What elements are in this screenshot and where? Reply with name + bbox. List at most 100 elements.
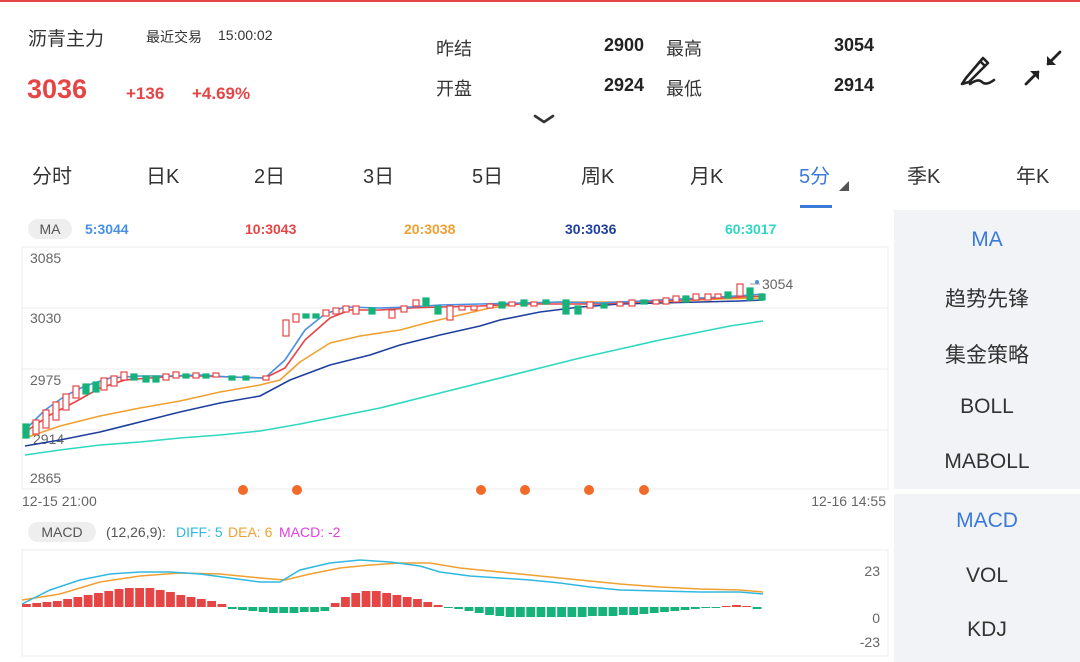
kline-chart-area[interactable]: MA 5:3044 10:3043 20:3038 30:3036 60:301… [0, 210, 893, 662]
macd-bar [73, 597, 83, 607]
candle [662, 297, 670, 305]
ma30-value: 30:3036 [565, 221, 617, 237]
macd-tick-zero: 0 [872, 610, 880, 626]
candle [530, 301, 538, 307]
candle [32, 419, 40, 435]
macd-bar [310, 607, 319, 612]
macd-bar [330, 603, 340, 607]
candle [262, 375, 270, 381]
tab-weekly-k[interactable]: 周K [581, 160, 614, 189]
indicator-ma[interactable]: MA [894, 228, 1080, 252]
candle [120, 371, 128, 381]
last-price: 3036 [27, 74, 88, 104]
stat-label-low: 最低 [666, 79, 702, 99]
indicator-maboll[interactable]: MABOLL [894, 450, 1080, 474]
candle [302, 313, 310, 319]
candle [692, 293, 700, 301]
candle [172, 371, 180, 379]
candle [682, 295, 690, 303]
price-tick-top: 3085 [30, 250, 61, 266]
candle [600, 303, 608, 309]
shrink-icon[interactable] [1020, 48, 1064, 88]
tab-3day[interactable]: 3日 [363, 160, 394, 189]
macd-bar [516, 607, 525, 617]
macd-bar [341, 597, 350, 607]
macd-bar [742, 606, 752, 607]
candle [92, 381, 100, 393]
signal-dots [238, 485, 649, 495]
high-price-marker-label: 3054 [762, 276, 793, 292]
tab-monthly-k[interactable]: 月K [690, 160, 723, 189]
macd-bar [52, 601, 62, 607]
indicator-kdj[interactable]: KDJ [894, 618, 1080, 642]
candle [412, 299, 420, 307]
price-tick-lower: 2975 [30, 372, 61, 388]
macd-bar [433, 605, 443, 607]
time-axis-start: 12-15 21:00 [22, 493, 97, 509]
candle [72, 385, 80, 399]
stat-value-open: 2924 [603, 75, 644, 95]
macd-bar [464, 607, 474, 611]
candle [52, 401, 60, 421]
macd-bar [83, 595, 93, 607]
macd-bar [639, 607, 649, 614]
candle [322, 309, 330, 317]
macd-badge[interactable]: MACD [41, 524, 82, 540]
candle [332, 307, 340, 315]
tab-yearly-k[interactable]: 年K [1016, 160, 1049, 189]
caret-icon[interactable] [839, 181, 849, 191]
indicator-trend-pioneer[interactable]: 趋势先锋 [894, 283, 1080, 313]
chevron-down-icon[interactable] [533, 114, 555, 124]
candle [542, 299, 550, 305]
macd-bar [577, 607, 587, 617]
pen-icon[interactable] [956, 48, 1000, 90]
macd-bar [371, 591, 381, 607]
macd-bar [536, 607, 546, 617]
tab-2day[interactable]: 2日 [254, 160, 285, 189]
tab-daily-k[interactable]: 日K [146, 160, 179, 189]
candle [446, 305, 454, 321]
active-tab-indicator [800, 205, 832, 208]
macd-bar [721, 606, 731, 607]
macd-bar [474, 607, 484, 613]
indicator-vol[interactable]: VOL [894, 564, 1080, 588]
macd-bar [238, 607, 247, 610]
indicator-gold-strategy[interactable]: 集金策略 [894, 339, 1080, 369]
contract-name[interactable]: 沥青主力 [28, 24, 104, 51]
ma-badge[interactable]: MA [40, 221, 62, 237]
macd-bar [495, 607, 505, 616]
macd-bar [176, 595, 186, 607]
candle [470, 305, 478, 311]
ma60-value: 60:3017 [725, 221, 777, 237]
macd-tick-bottom: -23 [860, 634, 880, 650]
macd-bar [269, 607, 278, 613]
macd-bar [248, 607, 258, 611]
macd-bar [732, 605, 741, 607]
candle [142, 375, 150, 383]
price-tick-upper: 3030 [30, 310, 61, 326]
tab-quarterly-k[interactable]: 季K [907, 160, 940, 189]
macd-bar [546, 607, 556, 617]
macd-bar [423, 602, 433, 607]
candle [508, 301, 516, 307]
macd-bar [670, 607, 680, 611]
candle [388, 309, 396, 319]
macd-bar [402, 597, 412, 607]
candle [574, 305, 582, 315]
candle [586, 301, 594, 309]
macd-bar [485, 607, 494, 615]
candle [242, 375, 250, 381]
macd-bar [598, 607, 608, 616]
tab-intraday[interactable]: 分时 [32, 160, 72, 189]
candle [616, 301, 624, 307]
macd-bar [454, 607, 464, 609]
candle [228, 375, 236, 381]
indicator-macd[interactable]: MACD [894, 509, 1080, 533]
tab-5min[interactable]: 5分 [799, 160, 830, 189]
tab-5day[interactable]: 5日 [472, 160, 503, 189]
macd-bar [32, 603, 42, 607]
candle [162, 373, 170, 381]
candle [746, 287, 754, 301]
indicator-boll[interactable]: BOLL [894, 395, 1080, 419]
candle [486, 303, 494, 309]
